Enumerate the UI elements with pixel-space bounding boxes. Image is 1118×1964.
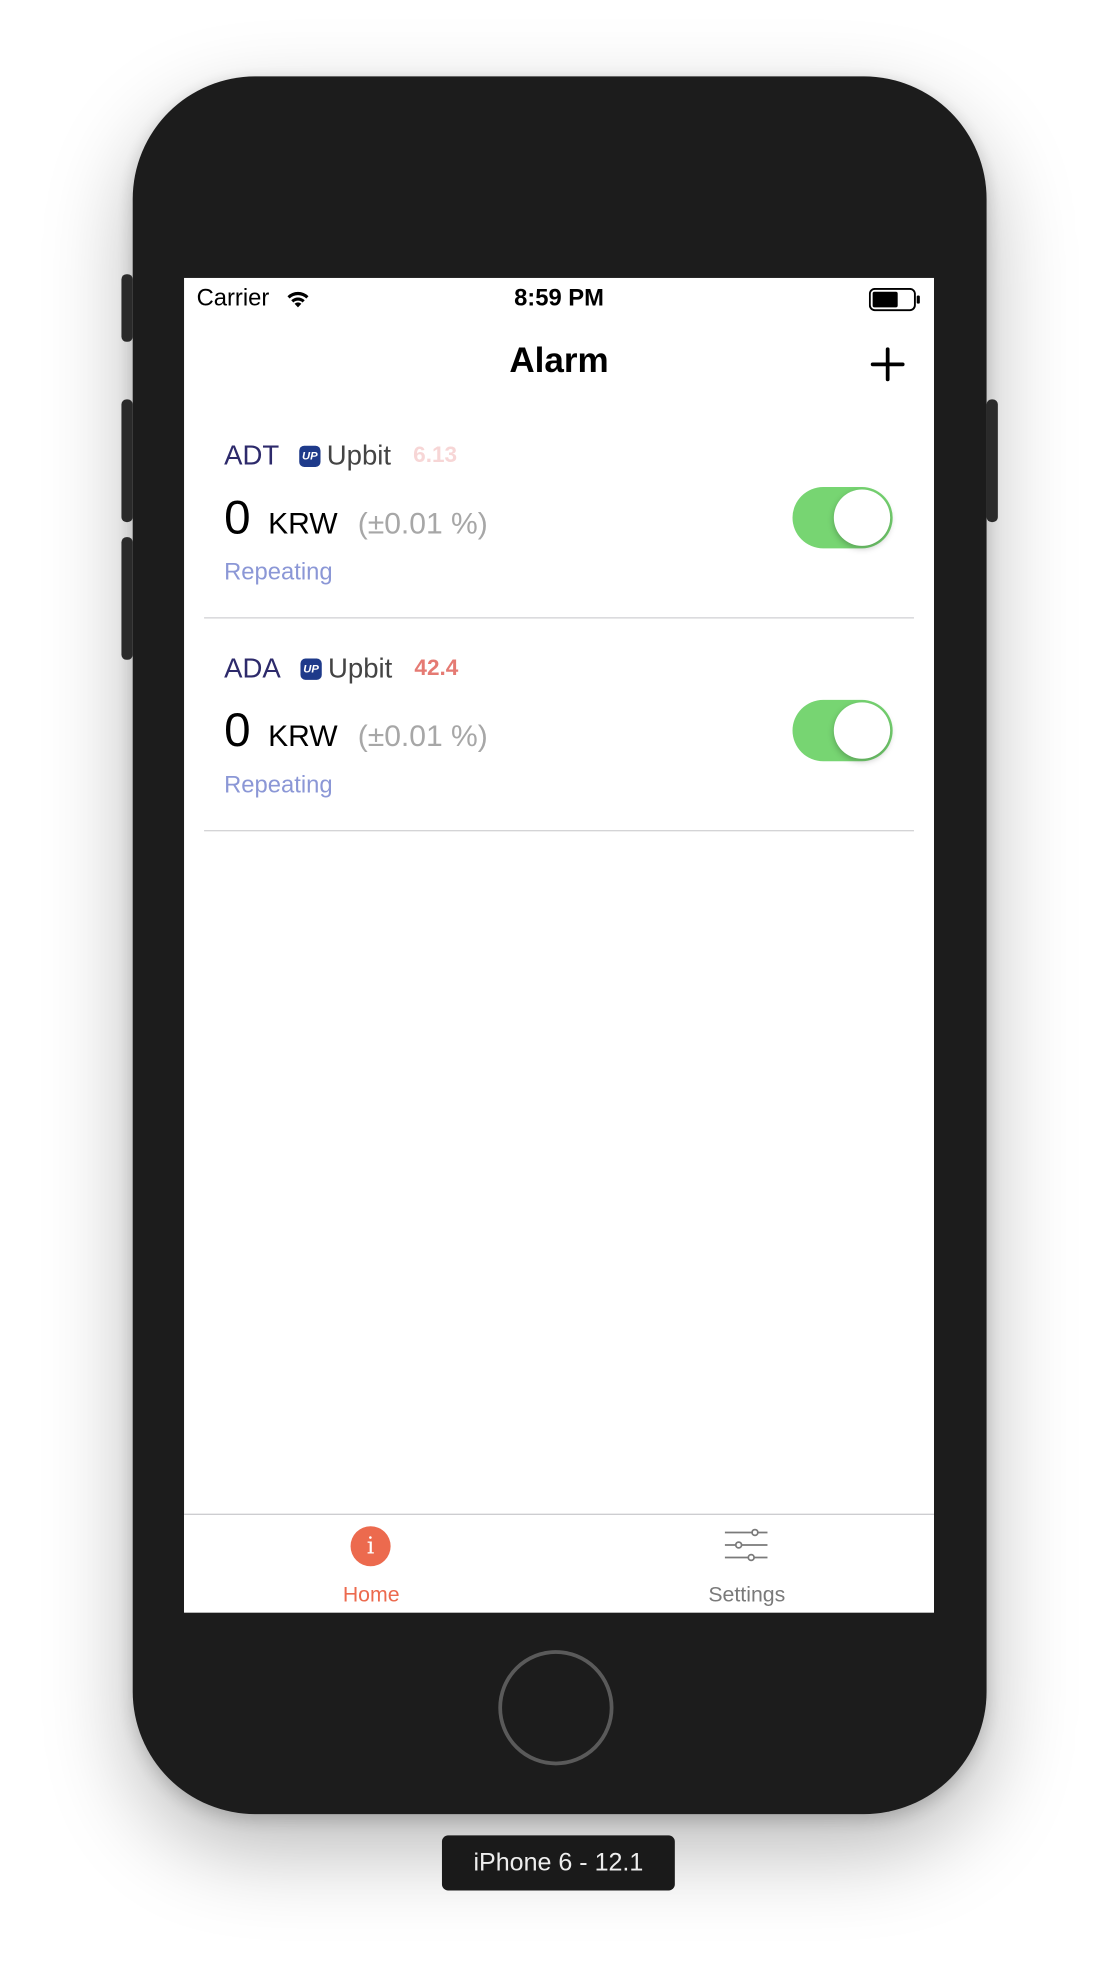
tab-home[interactable]: i Home [184,1515,558,1613]
currency-label: KRW [268,719,338,754]
alarm-toggle[interactable] [792,699,893,762]
tab-settings[interactable]: Settings [560,1515,934,1613]
plus-icon [870,347,905,382]
add-alarm-button[interactable] [866,343,909,386]
battery-icon [868,287,920,312]
exchange-tag: UP Upbit [300,652,392,685]
current-price: 6.13 [413,441,458,467]
exchange-tag: UP Upbit [299,439,391,472]
repeat-label: Repeating [224,772,333,799]
exchange-name: Upbit [328,652,393,684]
current-price: 42.4 [414,654,459,680]
alarm-row-ada[interactable]: ADA UP Upbit 42.4 0 KRW (±0.01 %) Repeat… [204,617,914,832]
mute-switch [121,274,133,342]
status-bar: Carrier 8:59 PM [184,278,934,321]
volume-up-button [121,399,133,523]
upbit-logo-icon: UP [300,657,322,680]
status-time: 8:59 PM [514,285,604,312]
volume-down-button [121,537,133,660]
toggle-knob [833,702,891,759]
tab-settings-label: Settings [708,1582,786,1607]
alarm-toggle[interactable] [792,487,893,549]
target-value: 0 [224,704,251,758]
target-price-line: 0 KRW (±0.01 %) [224,492,488,550]
target-price-line: 0 KRW (±0.01 %) [224,705,488,763]
exchange-name: Upbit [326,439,392,471]
coin-symbol: ADT [224,439,280,471]
repeat-label: Repeating [224,559,333,586]
info-icon: i [350,1526,391,1567]
app-screen: Carrier 8:59 PM Alarm ADT UP Upbit 6.13 … [184,277,934,1613]
power-button [986,399,998,523]
coin-symbol: ADA [224,652,281,684]
home-button[interactable] [498,1650,614,1766]
tolerance-label: (±0.01 %) [357,507,488,541]
alarm-row-adt[interactable]: ADT UP Upbit 6.13 0 KRW (±0.01 %) Repeat… [204,404,914,619]
tolerance-label: (±0.01 %) [357,719,488,754]
toggle-knob [833,489,891,546]
upbit-logo-icon: UP [299,445,321,467]
target-value: 0 [224,492,251,545]
page-title: Alarm [509,340,609,380]
simulator-stage: Carrier 8:59 PM Alarm ADT UP Upbit 6.13 … [0,0,1118,1964]
currency-label: KRW [268,507,338,541]
tab-home-label: Home [342,1582,400,1607]
device-label: iPhone 6 - 12.1 [441,1835,675,1891]
tab-bar: i Home Settings [184,1513,934,1613]
sliders-icon [724,1528,768,1562]
